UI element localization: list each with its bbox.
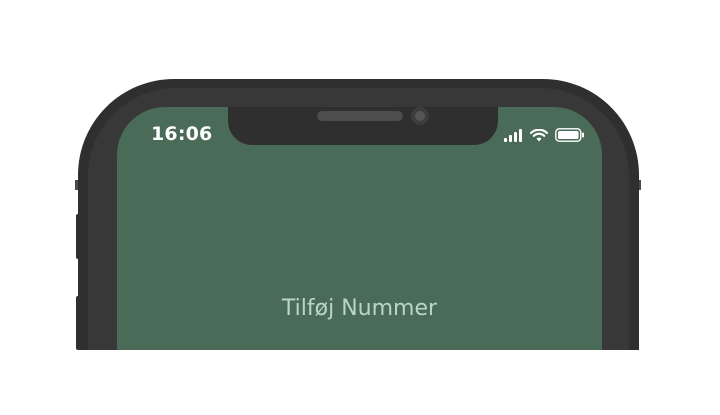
signal-icon	[504, 128, 522, 142]
notch	[228, 107, 498, 145]
phone-screen: 16:06 Tilføj Nummer	[117, 107, 602, 350]
status-icons	[504, 126, 585, 144]
screen-title: Tilføj Nummer	[281, 296, 438, 321]
camera-lens	[415, 111, 425, 121]
stage: 16:06 Tilføj Nummer	[0, 0, 720, 415]
wifi-icon	[530, 128, 548, 141]
front-camera	[411, 107, 429, 125]
speaker-grille	[317, 111, 403, 121]
battery-icon	[555, 128, 584, 142]
status-time: 16:06	[151, 123, 213, 145]
